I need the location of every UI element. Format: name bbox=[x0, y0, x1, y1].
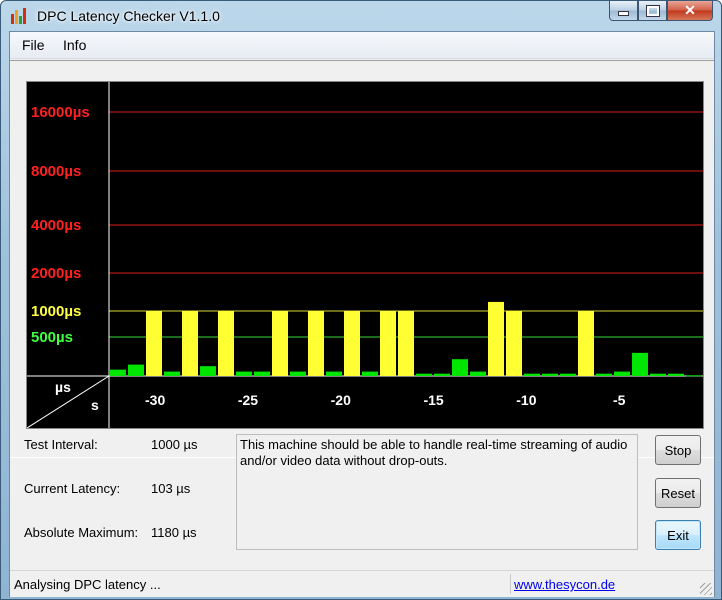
x-tick-label: -15 bbox=[423, 392, 443, 408]
latency-bar bbox=[380, 311, 396, 376]
app-window: DPC Latency Checker V1.1.0 ✕ File Info 1… bbox=[0, 0, 722, 600]
latency-bar bbox=[452, 359, 468, 376]
y-tick-label: 4000µs bbox=[31, 217, 81, 234]
corner-x-unit: s bbox=[91, 397, 99, 413]
latency-bar bbox=[182, 311, 198, 376]
latency-bar bbox=[326, 371, 342, 376]
latency-bar bbox=[632, 352, 648, 376]
website-link[interactable]: www.thesycon.de bbox=[514, 577, 615, 592]
x-tick-label: -20 bbox=[331, 392, 351, 408]
status-message-box: This machine should be able to handle re… bbox=[236, 434, 638, 550]
latency-bar bbox=[290, 371, 306, 376]
menu-info[interactable]: Info bbox=[63, 37, 86, 53]
latency-chart: 16000µs 8000µs 4000µs 2000µs 1000µs 500µs µs s -… bbox=[26, 81, 704, 429]
y-tick-label: 16000µs bbox=[31, 104, 90, 121]
latency-bar bbox=[668, 373, 684, 376]
latency-bar bbox=[506, 311, 522, 376]
chart-frame: 16000µs 8000µs 4000µs 2000µs 1000µs 500µs µs s -… bbox=[10, 60, 714, 458]
minimize-button[interactable] bbox=[609, 1, 638, 21]
y-tick-label: 8000µs bbox=[31, 163, 81, 180]
y-tick-label: 2000µs bbox=[31, 265, 81, 282]
latency-bar bbox=[686, 375, 702, 377]
maximize-button[interactable] bbox=[638, 1, 667, 21]
latency-bar bbox=[596, 373, 612, 376]
exit-button[interactable]: Exit bbox=[655, 520, 701, 550]
latency-bar bbox=[524, 373, 540, 376]
y-tick-label: 500µs bbox=[31, 329, 73, 346]
latency-bar bbox=[560, 373, 576, 376]
test-interval-value: 1000 µs bbox=[151, 437, 198, 452]
menu-bar: File Info bbox=[10, 32, 714, 59]
maximize-icon bbox=[645, 4, 660, 17]
test-interval-label: Test Interval: bbox=[24, 437, 98, 452]
latency-bar bbox=[218, 311, 234, 376]
absolute-maximum-value: 1180 µs bbox=[151, 525, 197, 540]
title-bar[interactable]: DPC Latency Checker V1.1.0 ✕ bbox=[1, 1, 721, 31]
latency-bar bbox=[128, 364, 144, 376]
minimize-icon bbox=[618, 11, 629, 16]
latency-bar bbox=[416, 373, 432, 376]
latency-bar bbox=[398, 311, 414, 376]
current-latency-label: Current Latency: bbox=[24, 481, 121, 496]
latency-bar bbox=[344, 311, 360, 376]
absolute-maximum-label: Absolute Maximum: bbox=[24, 525, 139, 540]
latency-bar bbox=[308, 311, 324, 376]
latency-bar bbox=[200, 366, 216, 376]
latency-bar bbox=[650, 373, 666, 376]
close-button[interactable]: ✕ bbox=[667, 1, 713, 21]
client-area: File Info 16000µs 8000µs 4000µs 2000µs 1000µ… bbox=[9, 31, 715, 597]
x-tick-label: -10 bbox=[516, 392, 536, 408]
menu-file[interactable]: File bbox=[22, 37, 45, 53]
latency-bar bbox=[272, 311, 288, 376]
x-tick-label: -25 bbox=[238, 392, 258, 408]
latency-bar bbox=[434, 373, 450, 376]
x-tick-label: -5 bbox=[613, 392, 626, 408]
latency-bar bbox=[236, 371, 252, 376]
latency-bar bbox=[488, 301, 504, 376]
latency-bar bbox=[578, 311, 594, 376]
close-icon: ✕ bbox=[684, 2, 696, 18]
y-tick-label: 1000µs bbox=[31, 303, 81, 320]
current-latency-value: 103 µs bbox=[151, 481, 191, 496]
reset-button[interactable]: Reset bbox=[655, 478, 701, 508]
latency-bar bbox=[164, 371, 180, 376]
stop-button[interactable]: Stop bbox=[655, 435, 701, 465]
latency-bar bbox=[146, 311, 162, 376]
resize-grip-icon[interactable] bbox=[700, 583, 712, 595]
x-tick-label: -30 bbox=[145, 392, 165, 408]
status-bar: Analysing DPC latency ... www.thesycon.d… bbox=[10, 570, 714, 597]
latency-bar bbox=[362, 371, 378, 376]
latency-bar bbox=[254, 371, 270, 376]
latency-bar bbox=[470, 371, 486, 376]
latency-bar bbox=[542, 373, 558, 376]
latency-chart-svg: 16000µs 8000µs 4000µs 2000µs 1000µs 500µs µs s -… bbox=[26, 82, 703, 429]
status-separator bbox=[510, 574, 511, 594]
bar-chart-app-icon bbox=[11, 8, 29, 24]
latency-bar bbox=[110, 369, 126, 376]
corner-y-unit: µs bbox=[55, 379, 71, 395]
caption-buttons: ✕ bbox=[609, 1, 713, 21]
latency-bar bbox=[614, 371, 630, 376]
status-text: Analysing DPC latency ... bbox=[14, 577, 161, 592]
window-title: DPC Latency Checker V1.1.0 bbox=[37, 8, 220, 24]
